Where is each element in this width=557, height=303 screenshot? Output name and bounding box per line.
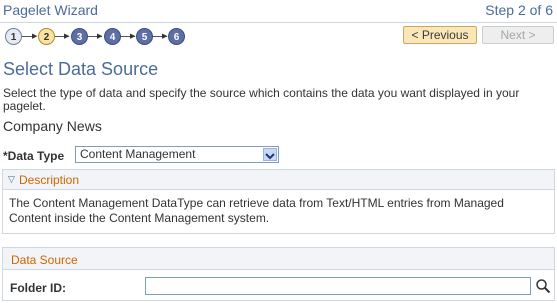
triangle-down-icon[interactable]: ▽ bbox=[8, 174, 15, 185]
step-indicator: Step 2 of 6 bbox=[485, 2, 553, 18]
step-6: 6 bbox=[168, 28, 185, 45]
description-section: ▽ Description The Content Management Dat… bbox=[2, 169, 555, 234]
arrow-right-icon: ▶ bbox=[162, 33, 168, 40]
page-title: Select Data Source bbox=[3, 59, 159, 79]
data-source-title: Data Source bbox=[11, 253, 78, 267]
wizard-header: Pagelet Wizard Step 2 of 6 bbox=[0, 0, 557, 23]
next-button: Next > bbox=[482, 26, 554, 44]
arrow-right-icon: ▶ bbox=[64, 33, 70, 40]
step-3: 3 bbox=[71, 28, 88, 45]
step-2: 2 bbox=[38, 28, 55, 45]
step-5: 5 bbox=[136, 28, 153, 45]
arrow-right-icon: ▶ bbox=[97, 33, 103, 40]
description-header[interactable]: ▽ Description bbox=[3, 170, 554, 190]
folder-id-input[interactable] bbox=[145, 277, 531, 295]
data-type-value: Content Management bbox=[80, 147, 196, 161]
arrow-right-icon: ▶ bbox=[32, 33, 38, 40]
data-type-select[interactable]: Content Management bbox=[75, 146, 279, 163]
pagelet-name: Company News bbox=[3, 118, 102, 134]
step-4: 4 bbox=[104, 28, 121, 45]
data-source-header: Data Source bbox=[3, 248, 554, 270]
magnifier-icon[interactable] bbox=[535, 278, 551, 294]
instructions-text: Select the type of data and specify the … bbox=[3, 86, 520, 113]
description-title[interactable]: Description bbox=[19, 173, 79, 187]
chevron-down-icon[interactable] bbox=[263, 148, 277, 161]
data-source-section: Data Source Folder ID: bbox=[2, 247, 555, 301]
data-type-label: *Data Type bbox=[3, 149, 65, 163]
arrow-right-icon: ▶ bbox=[130, 33, 136, 40]
description-text: The Content Management DataType can retr… bbox=[9, 196, 504, 225]
step-1[interactable]: 1 bbox=[5, 28, 22, 45]
folder-id-label: Folder ID: bbox=[10, 281, 66, 295]
wizard-title: Pagelet Wizard bbox=[3, 2, 98, 18]
step-trail: 1 ▶ 2 ▶ 3 ▶ 4 ▶ 5 ▶ 6 bbox=[5, 28, 205, 48]
previous-button[interactable]: < Previous bbox=[403, 26, 477, 44]
